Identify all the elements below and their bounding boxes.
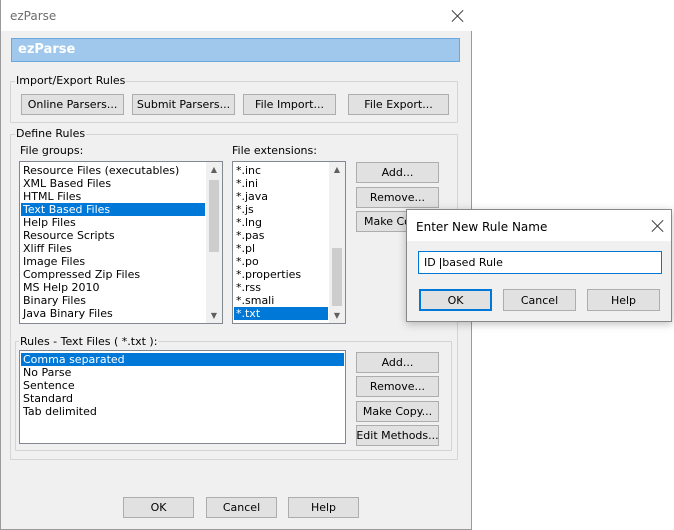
file-extension-item[interactable]: *.rss	[234, 281, 328, 294]
dialog-cancel-button[interactable]: Cancel	[503, 289, 576, 311]
dialog-help-button[interactable]: Help	[587, 289, 660, 311]
rules-list[interactable]: Comma separated No Parse Sentence Standard T…	[19, 350, 346, 444]
app-banner: ezParse	[11, 38, 460, 62]
file-group-item[interactable]: Binary Files	[21, 294, 205, 307]
file-group-item[interactable]: Xliff Files	[21, 242, 205, 255]
file-import-button[interactable]: File Import...	[243, 94, 336, 115]
file-extension-item[interactable]: *.pas	[234, 229, 328, 242]
cancel-button[interactable]: Cancel	[206, 497, 277, 518]
file-groups-list[interactable]: Resource Files (executables) XML Based Fi…	[19, 161, 223, 324]
dialog-ok-button[interactable]: OK	[419, 289, 492, 311]
rule-item[interactable]: No Parse	[21, 366, 344, 379]
make-copy-rule-button[interactable]: Make Copy...	[356, 401, 439, 422]
add-extension-button[interactable]: Add...	[356, 162, 439, 183]
file-export-button[interactable]: File Export...	[348, 94, 449, 115]
scroll-down-icon[interactable]: ▼	[329, 308, 345, 323]
input-text-before-caret: ID	[424, 256, 440, 269]
title-bar: ezParse	[1, 0, 473, 31]
dialog-title-bar: Enter New Rule Name	[407, 210, 671, 241]
remove-rule-button[interactable]: Remove...	[356, 376, 439, 397]
scroll-up-icon[interactable]: ▲	[329, 162, 345, 177]
file-extensions-label: File extensions:	[232, 144, 317, 157]
file-group-item[interactable]: Resource Files (executables)	[21, 164, 205, 177]
file-extension-item[interactable]: *.inc	[234, 164, 328, 177]
rule-name-input[interactable]: ID based Rule	[418, 251, 662, 274]
close-icon[interactable]	[451, 9, 465, 23]
file-groups-label: File groups:	[20, 144, 84, 157]
add-rule-button[interactable]: Add...	[356, 352, 439, 373]
file-extension-item[interactable]: *.lng	[234, 216, 328, 229]
dialog-title: Enter New Rule Name	[416, 220, 548, 234]
file-group-item[interactable]: MS Help 2010	[21, 281, 205, 294]
ok-button[interactable]: OK	[123, 497, 194, 518]
file-extension-item[interactable]: *.js	[234, 203, 328, 216]
remove-extension-button[interactable]: Remove...	[356, 187, 439, 208]
online-parsers-button[interactable]: Online Parsers...	[21, 94, 124, 115]
scroll-thumb[interactable]	[332, 248, 342, 306]
file-extensions-list[interactable]: *.inc *.ini *.java *.js *.lng *.pas *.pl *.po *.…	[232, 161, 346, 324]
file-group-item[interactable]: Compressed Zip Files	[21, 268, 205, 281]
file-extensions-scrollbar[interactable]: ▲ ▼	[329, 162, 345, 323]
file-group-item[interactable]: Resource Scripts	[21, 229, 205, 242]
file-extension-item[interactable]: *.txt	[234, 307, 328, 320]
scroll-down-icon[interactable]: ▼	[206, 308, 222, 323]
import-export-label: Import/Export Rules	[15, 74, 127, 87]
rule-item[interactable]: Comma separated	[21, 353, 344, 366]
file-extension-item[interactable]: *.java	[234, 190, 328, 203]
rule-item[interactable]: Standard	[21, 392, 344, 405]
scroll-up-icon[interactable]: ▲	[206, 162, 222, 177]
help-button[interactable]: Help	[288, 497, 359, 518]
rule-item[interactable]: Tab delimited	[21, 405, 344, 418]
define-rules-label: Define Rules	[15, 127, 87, 140]
file-extension-item[interactable]: *.smali	[234, 294, 328, 307]
window-title: ezParse	[10, 9, 57, 23]
rules-label: Rules - Text Files ( *.txt ):	[19, 335, 159, 348]
main-window: ezParse ezParse Import/Export Rules Onli…	[0, 0, 473, 530]
rule-item[interactable]: Sentence	[21, 379, 344, 392]
file-extension-item[interactable]: *.po	[234, 255, 328, 268]
banner-title: ezParse	[18, 42, 76, 57]
file-extension-item[interactable]: *.pl	[234, 242, 328, 255]
file-group-item[interactable]: Java Binary Files	[21, 307, 205, 320]
new-rule-dialog: Enter New Rule Name ID based Rule OK Can…	[406, 209, 672, 322]
file-groups-scrollbar[interactable]: ▲ ▼	[206, 162, 222, 323]
scroll-thumb[interactable]	[209, 180, 219, 252]
submit-parsers-button[interactable]: Submit Parsers...	[132, 94, 235, 115]
close-icon[interactable]	[651, 219, 665, 233]
edit-methods-button[interactable]: Edit Methods...	[356, 425, 439, 446]
file-group-item[interactable]: Help Files	[21, 216, 205, 229]
file-group-item[interactable]: HTML Files	[21, 190, 205, 203]
file-group-item[interactable]: Image Files	[21, 255, 205, 268]
file-group-item[interactable]: XML Based Files	[21, 177, 205, 190]
file-group-item[interactable]: Text Based Files	[21, 203, 205, 216]
file-extension-item[interactable]: *.ini	[234, 177, 328, 190]
file-extension-item[interactable]: *.properties	[234, 268, 328, 281]
input-text-after-caret: based Rule	[442, 256, 503, 269]
